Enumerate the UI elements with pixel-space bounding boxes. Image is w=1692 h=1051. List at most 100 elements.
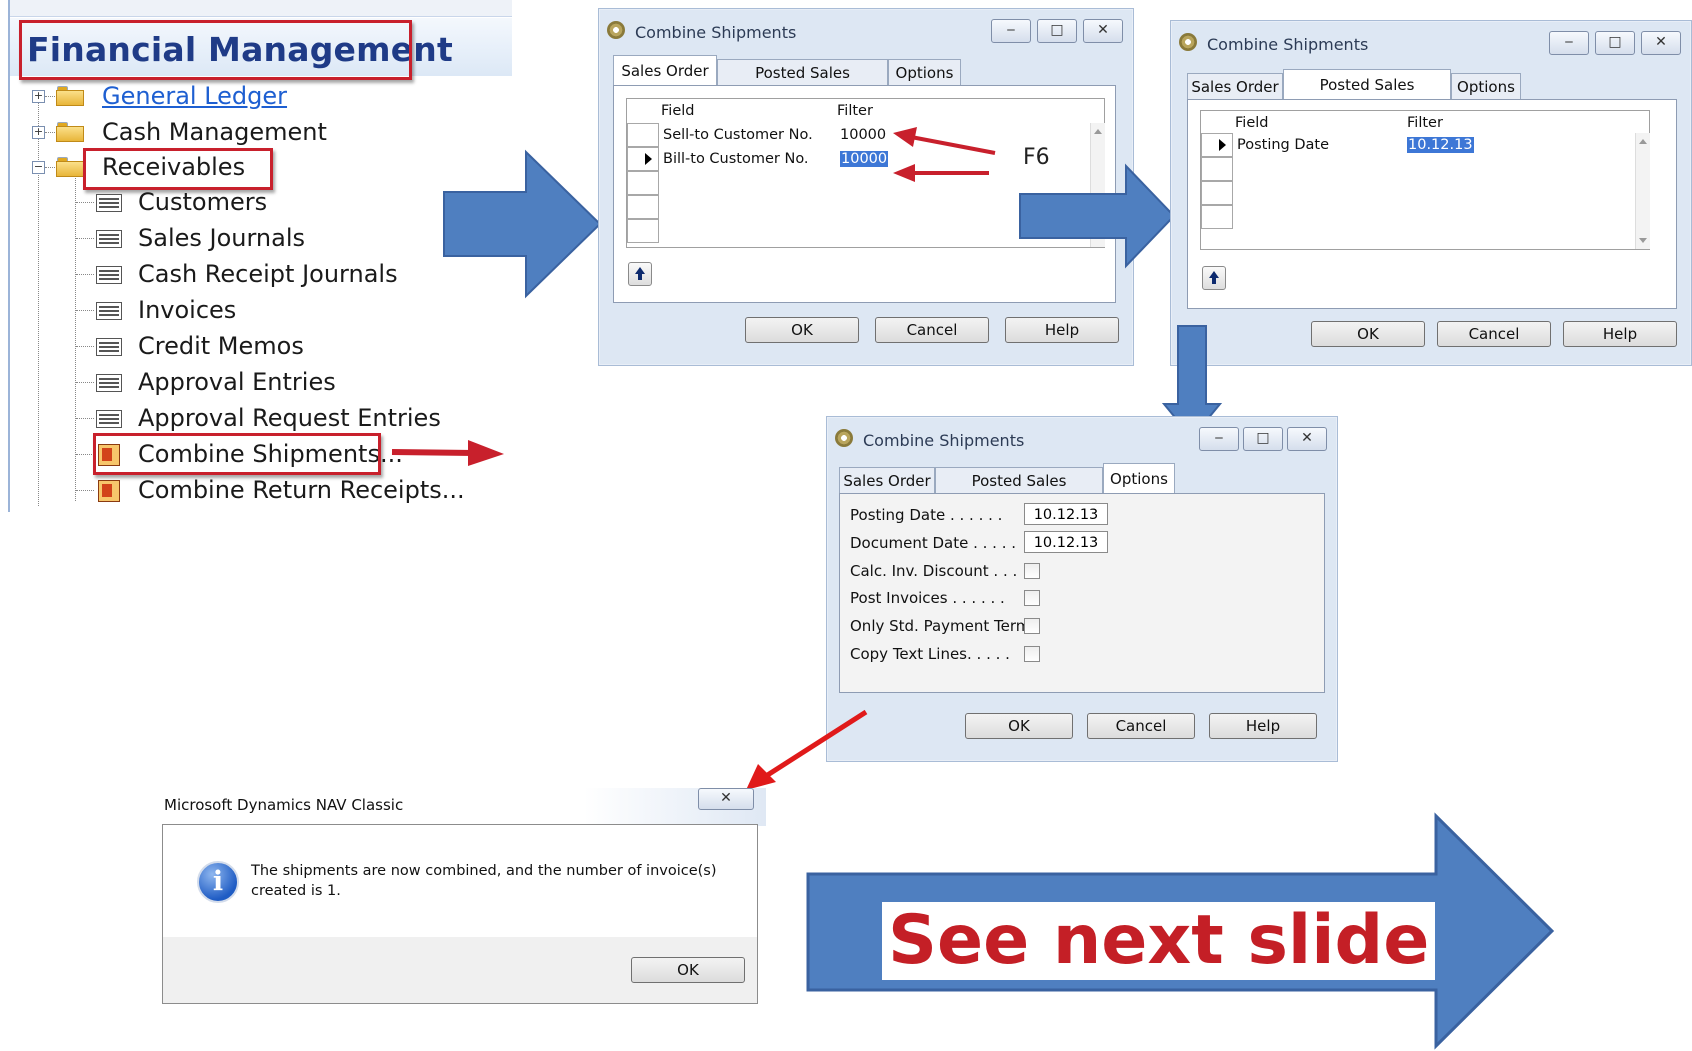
tab-sales-order[interactable]: Sales Order [613,55,717,85]
tree-item-cash-management[interactable]: + Cash Management [32,116,512,150]
tab-sales-order[interactable]: Sales Order [839,467,935,493]
ok-button[interactable]: OK [1311,321,1425,347]
tab-panel: Field Filter Posting Date 10.12.13 [1187,99,1677,309]
post-invoices-checkbox[interactable] [1024,590,1040,606]
message-box-titlebar: Microsoft Dynamics NAV Classic ✕ [160,788,766,826]
tab-options[interactable]: Options [888,59,961,85]
tree-item-label: Sales Journals [138,224,306,252]
posting-date-input[interactable]: 10.12.13 [1024,503,1108,525]
row-selector[interactable] [627,123,659,147]
document-date-label: Document Date . . . . . [850,534,1017,552]
help-button[interactable]: Help [1005,317,1119,343]
message-text: The shipments are now combined, and the … [251,863,717,899]
list-icon [96,302,122,320]
highlight-box-combine-shipments [93,433,381,475]
tree-connector [76,310,94,311]
up-arrow-button[interactable] [628,262,652,286]
minimize-button[interactable]: ‒ [1199,427,1239,451]
tab-posted-sales-shipment[interactable]: Posted Sales Shipment [935,467,1103,516]
row-selector[interactable] [627,171,659,195]
row-selector-current[interactable] [1201,133,1233,157]
tab-posted-sales-shipment[interactable]: Posted Sales Shipment [1283,69,1451,124]
ok-button[interactable]: OK [631,957,745,983]
tab-options[interactable]: Options [1451,73,1521,99]
row-selector[interactable] [627,219,659,243]
see-next-slide-label: See next slide [882,902,1436,980]
tree-item-invoices[interactable]: Invoices [76,294,506,328]
dialog-title: Combine Shipments [1207,35,1369,54]
cancel-button[interactable]: Cancel [875,317,989,343]
post-invoices-label: Post Invoices . . . . . . [850,589,1005,607]
tree-connector [76,274,94,275]
posting-date-label: Posting Date . . . . . . [850,506,1003,524]
cell-field[interactable]: Sell-to Customer No. [663,127,813,143]
tree-item-label: Cash Management [102,118,327,146]
cell-filter[interactable]: 10000 [840,127,886,143]
close-button[interactable]: ✕ [1287,427,1327,451]
ok-button[interactable]: OK [745,317,859,343]
tab-sales-order[interactable]: Sales Order [1187,73,1283,99]
tree-item-label[interactable]: General Ledger [102,82,287,110]
close-button[interactable]: ✕ [1083,19,1123,43]
cell-filter-selected[interactable]: 10.12.13 [1407,137,1474,153]
red-arrow-to-message [746,709,868,790]
tree-item-approval-request-entries[interactable]: Approval Request Entries [76,402,506,436]
highlight-box-receivables [83,148,273,190]
only-std-payment-terms-checkbox[interactable] [1024,618,1040,634]
options-panel: Posting Date . . . . . . 10.12.13 Docume… [839,493,1325,693]
tree-item-label: Cash Receipt Journals [138,260,398,288]
row-selector[interactable] [1201,157,1233,181]
tree-item-label: Approval Entries [138,368,336,396]
tree-item-combine-return-receipts[interactable]: Combine Return Receipts... [76,474,506,508]
tab-options[interactable]: Options [1103,463,1175,493]
copy-text-lines-label: Copy Text Lines. . . . . [850,645,1010,663]
tree-connector [76,202,94,203]
row-selector[interactable] [1201,205,1233,229]
tree-item-approval-entries[interactable]: Approval Entries [76,366,506,400]
cancel-button[interactable]: Cancel [1437,321,1551,347]
tree-item-label: Credit Memos [138,332,304,360]
expand-icon[interactable]: + [32,126,45,139]
list-icon [96,338,122,356]
cell-field[interactable]: Bill-to Customer No. [663,151,809,167]
tree-item-credit-memos[interactable]: Credit Memos [76,330,506,364]
close-button[interactable]: ✕ [698,788,754,810]
tree-connector [76,346,94,347]
restore-button[interactable]: □ [1243,427,1283,451]
collapse-icon[interactable]: − [32,161,45,174]
calc-inv-discount-checkbox[interactable] [1024,563,1040,579]
row-selector[interactable] [1201,181,1233,205]
tree-connector [76,454,94,455]
combine-shipments-dialog-options: Combine Shipments ‒ □ ✕ Sales Order Post… [826,416,1338,762]
list-icon [96,410,122,428]
copy-text-lines-checkbox[interactable] [1024,646,1040,662]
scrollbar[interactable] [1635,133,1650,249]
restore-button[interactable]: □ [1595,31,1635,55]
tab-posted-sales-shipment[interactable]: Posted Sales Shipment [717,59,888,108]
combine-shipments-dialog-posted-shipment: Combine Shipments ‒ □ ✕ Sales Order Post… [1170,20,1692,366]
cell-field[interactable]: Posting Date [1237,137,1329,153]
tree-connector [76,382,94,383]
cancel-button[interactable]: Cancel [1087,713,1195,739]
list-icon [96,230,122,248]
restore-button[interactable]: □ [1037,19,1077,43]
blue-arrow-to-dialog-2 [1019,163,1176,269]
row-selector[interactable] [627,195,659,219]
column-header-field: Field [1235,115,1269,131]
help-button[interactable]: Help [1563,321,1677,347]
cell-filter-selected[interactable]: 10000 [840,151,889,167]
tree-item-general-ledger[interactable]: + General Ledger [32,80,512,114]
document-date-input[interactable]: 10.12.13 [1024,531,1108,553]
minimize-button[interactable]: ‒ [1549,31,1589,55]
up-arrow-button[interactable] [1202,266,1226,290]
expand-icon[interactable]: + [32,90,45,103]
help-button[interactable]: Help [1209,713,1317,739]
message-box: i The shipments are now combined, and th… [162,824,758,1004]
tree-connector [76,418,94,419]
row-selector-current[interactable] [627,147,659,171]
minimize-button[interactable]: ‒ [991,19,1031,43]
ok-button[interactable]: OK [965,713,1073,739]
close-button[interactable]: ✕ [1641,31,1681,55]
tree-connector [76,490,94,491]
info-icon: i [197,861,239,903]
